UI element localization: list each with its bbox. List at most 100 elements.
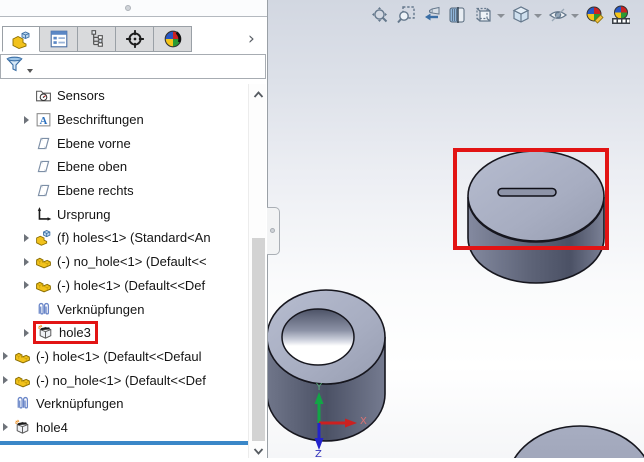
tree-item-label: Ebene vorne (57, 135, 131, 151)
mates-icon (35, 301, 52, 318)
solidworks-window: { "sidebar": { "tabs": [ {"name": "featu… (0, 0, 644, 458)
feature-tree: Sensors A Beschriftungen Ebene vorne Ebene o… (0, 84, 248, 441)
scroll-down-icon[interactable] (252, 444, 265, 456)
tree-item-verkn-pfungen[interactable]: Verknüpfungen (0, 392, 248, 416)
view-orientation-icon (474, 5, 494, 25)
tree-item-ebene-vorne[interactable]: Ebene vorne (0, 131, 248, 155)
rollback-bar[interactable] (0, 441, 248, 445)
model-geometry[interactable]: Y X Z (268, 0, 644, 458)
dropdown-caret-icon[interactable] (534, 14, 542, 18)
expand-arrow-icon[interactable] (24, 281, 29, 290)
edit-appearance-icon (585, 5, 605, 25)
tree-item-hole-1-default-def[interactable]: (-) hole<1> (Default<<Def (0, 274, 248, 298)
tree-scrollbar[interactable] (248, 84, 266, 458)
tab-dimxpertmanager[interactable] (116, 26, 154, 52)
splitter-dot[interactable] (125, 5, 131, 11)
part-component-icon (35, 277, 52, 294)
propertymanager-tab-icon (49, 29, 69, 49)
scrollbar-thumb[interactable] (252, 238, 265, 441)
tree-item-ebene-rechts[interactable]: Ebene rechts (0, 179, 248, 203)
zoom-to-area-button[interactable] (396, 5, 416, 25)
tab-overflow-arrow[interactable]: › (248, 28, 255, 50)
plane-icon (35, 158, 52, 175)
tree-item-label: Ebene oben (57, 159, 128, 175)
plane-icon (35, 135, 52, 152)
dropdown-caret-icon[interactable] (497, 14, 505, 18)
scroll-up-icon[interactable] (252, 88, 265, 100)
expand-arrow-icon[interactable] (24, 328, 29, 337)
graphics-viewport[interactable]: Y X Z (268, 0, 644, 458)
mates-icon (14, 395, 31, 412)
tree-item-hole3[interactable]: hole3 (0, 321, 248, 345)
hole-feature-icon (37, 324, 54, 341)
tree-item-label: Sensors (57, 88, 105, 104)
section-view-icon (448, 5, 468, 25)
view-orientation-button[interactable] (474, 5, 505, 25)
tab-featuremanager[interactable] (2, 26, 40, 52)
configurationmanager-tab-icon (87, 29, 107, 49)
tree-filter-bar[interactable] (0, 54, 266, 79)
tab-displaymanager[interactable] (154, 26, 192, 52)
expand-arrow-icon[interactable] (24, 257, 29, 266)
featuremanager-tab-icon (10, 29, 32, 49)
hide-show-items-button[interactable] (548, 5, 579, 25)
part-bottom-right-ring[interactable] (507, 425, 644, 458)
tree-item-verkn-pfungen[interactable]: Verknüpfungen (0, 297, 248, 321)
tree-item-f-holes-1-standard-an[interactable]: (f) holes<1> (Standard<An (0, 226, 248, 250)
expand-arrow-icon[interactable] (3, 352, 8, 361)
tree-item-no-hole-1-default[interactable]: (-) no_hole<1> (Default<< (0, 250, 248, 274)
part-component-icon (14, 348, 31, 365)
display-style-icon (511, 5, 531, 25)
panel-splitter-handle[interactable] (267, 207, 280, 255)
expand-arrow-icon[interactable] (3, 376, 8, 385)
section-view-button[interactable] (448, 5, 468, 25)
hole-feature-icon (14, 419, 31, 436)
sensors-icon (35, 87, 52, 104)
tree-item-hole-1-default-defaul[interactable]: (-) hole<1> (Default<<Defaul (0, 345, 248, 369)
triad-z-label: Z (315, 449, 322, 458)
tab-configurationmanager[interactable] (78, 26, 116, 52)
assembly-component-icon (35, 229, 52, 247)
expand-arrow-icon[interactable] (24, 233, 29, 242)
display-style-button[interactable] (511, 5, 542, 25)
tree-item-label: Verknüpfungen (36, 396, 124, 412)
part-center-ring[interactable] (268, 289, 386, 442)
apply-scene-icon (611, 5, 631, 25)
part-hole3-cylinder[interactable] (467, 150, 605, 284)
apply-scene-button[interactable] (611, 5, 631, 25)
tree-item-label: (-) hole<1> (Default<<Defaul (36, 348, 202, 364)
expand-arrow-icon[interactable] (3, 423, 8, 432)
manager-tabs (2, 26, 192, 52)
highlight-box-hole3: hole3 (33, 321, 98, 345)
previous-view-button[interactable] (422, 5, 442, 25)
tree-item-ebene-oben[interactable]: Ebene oben (0, 155, 248, 179)
tree-item-label: (-) no_hole<1> (Default<<Def (36, 372, 206, 388)
zoom-to-fit-button[interactable] (370, 5, 390, 25)
dimxpert-tab-icon (125, 29, 145, 49)
tree-item-ursprung[interactable]: Ursprung (0, 202, 248, 226)
plane-icon (35, 182, 52, 199)
slot-feature[interactable] (497, 187, 557, 197)
tree-item-label: Verknüpfungen (57, 301, 145, 317)
tree-item-no-hole-1-default-def[interactable]: (-) no_hole<1> (Default<<Def (0, 368, 248, 392)
svg-text:A: A (40, 116, 48, 127)
filter-dropdown-caret[interactable] (27, 68, 33, 73)
zoom-to-fit-icon (370, 5, 390, 25)
tree-item-label: Ebene rechts (57, 183, 134, 199)
tree-item-hole4[interactable]: hole4 (0, 416, 248, 440)
tree-item-label: (f) holes<1> (Standard<An (57, 230, 211, 246)
zoom-to-area-icon (396, 5, 416, 25)
expand-arrow-icon[interactable] (24, 115, 29, 124)
tree-item-beschriftungen[interactable]: A Beschriftungen (0, 108, 248, 132)
tree-item-label: (-) hole<1> (Default<<Def (57, 277, 206, 293)
tab-propertymanager[interactable] (40, 26, 78, 52)
tree-item-sensors[interactable]: Sensors (0, 84, 248, 108)
edit-appearance-button[interactable] (585, 5, 605, 25)
feature-manager-panel: › Sensors A Beschriftungen Ebene vorne Ebene… (0, 0, 268, 458)
filter-funnel-icon[interactable] (5, 55, 24, 78)
dropdown-caret-icon[interactable] (571, 14, 579, 18)
tree-item-label: hole3 (59, 325, 91, 341)
tree-item-label: (-) no_hole<1> (Default<< (57, 254, 207, 270)
displaymanager-tab-icon (163, 29, 183, 49)
panel-top-strip (0, 0, 267, 17)
